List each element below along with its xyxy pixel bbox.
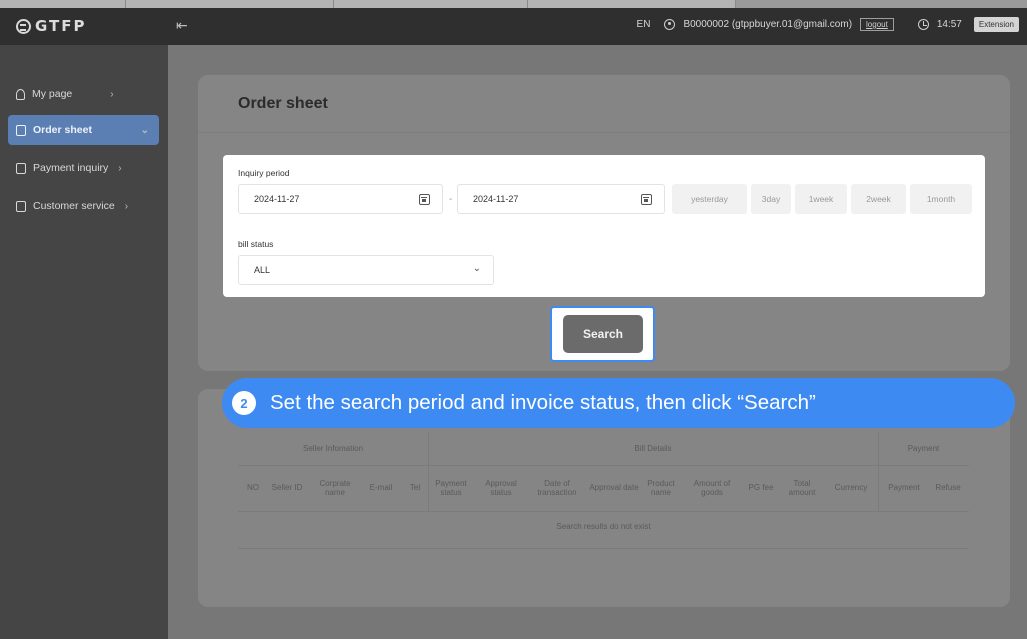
sidebar-item-customer-service[interactable]: Customer service › xyxy=(8,191,159,221)
extension-button[interactable]: Extension xyxy=(973,17,1019,32)
grid-icon xyxy=(16,200,26,212)
sidebar: My page › Order sheet ⌄ Payment inquiry … xyxy=(0,45,168,639)
start-date-value: 2024-11-27 xyxy=(254,194,300,204)
column-header: Approval status xyxy=(485,478,517,497)
divider xyxy=(878,432,879,512)
sidebar-item-label: Order sheet xyxy=(33,124,92,136)
column-header: Payment xyxy=(888,483,920,493)
header-right: EN B0000002 (gtppbuyer.01@gmail.com) log… xyxy=(637,17,1019,32)
column-header: Payment status xyxy=(435,478,467,497)
sidebar-item-label: Payment inquiry xyxy=(33,162,109,174)
logo-text: GTFP xyxy=(35,17,87,35)
menu-collapse-icon[interactable]: ⇤ xyxy=(176,17,188,34)
empty-results-message: Search results do not exist xyxy=(556,522,651,531)
range-2week-button[interactable]: 2week xyxy=(851,184,906,214)
column-header: Seller ID xyxy=(271,483,303,493)
search-button[interactable]: Search xyxy=(563,315,643,353)
browser-tab[interactable] xyxy=(528,0,736,8)
chevron-right-icon: › xyxy=(110,88,114,100)
person-icon xyxy=(16,88,25,100)
document-icon xyxy=(16,124,26,136)
sidebar-item-label: Customer service xyxy=(33,200,115,212)
table-group-header: Seller Infomation xyxy=(302,444,364,453)
column-header: Approval date xyxy=(589,483,639,493)
step-number-badge: 2 xyxy=(232,391,256,415)
column-header: NO xyxy=(247,483,259,493)
table-group-header: Payment xyxy=(907,444,940,453)
column-header: E-mail xyxy=(369,483,393,493)
browser-tab[interactable] xyxy=(0,0,126,8)
logo-icon xyxy=(16,18,31,34)
logo[interactable]: GTFP xyxy=(16,17,87,35)
session-time: 14:57 xyxy=(936,19,962,30)
range-1week-button[interactable]: 1week xyxy=(795,184,847,214)
page-title: Order sheet xyxy=(238,95,328,112)
column-header: Product name xyxy=(647,478,675,497)
bill-status-select[interactable]: ALL ⌄ xyxy=(238,255,494,285)
calendar-icon[interactable] xyxy=(641,194,652,205)
search-button-highlight: Search xyxy=(550,306,655,362)
chevron-down-icon: ⌄ xyxy=(140,124,149,136)
end-date-value: 2024-11-27 xyxy=(473,194,519,204)
column-header: Refuse xyxy=(935,483,961,493)
column-header: Currency xyxy=(834,483,868,493)
divider xyxy=(238,511,969,512)
column-header: Date of transaction xyxy=(537,478,577,497)
column-header: Tel xyxy=(409,483,421,493)
table-group-header: Bill Details xyxy=(634,444,672,453)
column-header: Total amount xyxy=(788,478,816,497)
top-header: GTFP ⇤ EN B0000002 (gtppbuyer.01@gmail.c… xyxy=(0,8,1027,45)
range-3day-button[interactable]: 3day xyxy=(751,184,791,214)
instruction-banner: 2 Set the search period and invoice stat… xyxy=(222,378,1015,428)
calendar-icon[interactable] xyxy=(419,194,430,205)
divider xyxy=(238,465,969,466)
bill-status-value: ALL xyxy=(254,265,271,275)
user-icon xyxy=(664,19,676,30)
user-account: B0000002 (gtppbuyer.01@gmail.com) xyxy=(683,19,853,30)
filter-card: Inquiry period 2024-11-27 - 2024-11-27 y… xyxy=(223,155,985,297)
clipboard-icon xyxy=(16,162,26,174)
sidebar-item-order-sheet[interactable]: Order sheet ⌄ xyxy=(8,115,159,145)
clock-icon xyxy=(917,19,929,30)
divider xyxy=(238,548,969,549)
chevron-right-icon: › xyxy=(118,162,122,174)
chevron-right-icon: › xyxy=(124,200,129,212)
browser-tab[interactable] xyxy=(126,0,334,8)
start-date-input[interactable]: 2024-11-27 xyxy=(238,184,443,214)
sidebar-item-payment-inquiry[interactable]: Payment inquiry › xyxy=(8,153,159,183)
sidebar-item-label: My page xyxy=(32,88,73,100)
inquiry-period-label: Inquiry period xyxy=(238,168,290,178)
logout-button[interactable]: logout xyxy=(860,18,894,31)
range-yesterday-button[interactable]: yesterday xyxy=(672,184,747,214)
column-header: Amount of goods xyxy=(693,478,731,497)
range-1month-button[interactable]: 1month xyxy=(910,184,972,214)
bill-status-label: bill status xyxy=(238,239,274,249)
language-selector[interactable]: EN xyxy=(637,19,651,30)
sidebar-item-my-page[interactable]: My page › xyxy=(8,79,159,109)
divider xyxy=(198,132,1010,133)
browser-tab-strip xyxy=(0,0,1027,8)
browser-tab[interactable] xyxy=(334,0,528,8)
date-separator: - xyxy=(449,194,453,205)
column-header: Corprate name xyxy=(319,478,351,497)
column-header: PG fee xyxy=(748,483,774,493)
instruction-text: Set the search period and invoice status… xyxy=(270,391,816,414)
end-date-input[interactable]: 2024-11-27 xyxy=(457,184,665,214)
chevron-down-icon: ⌄ xyxy=(472,263,481,274)
